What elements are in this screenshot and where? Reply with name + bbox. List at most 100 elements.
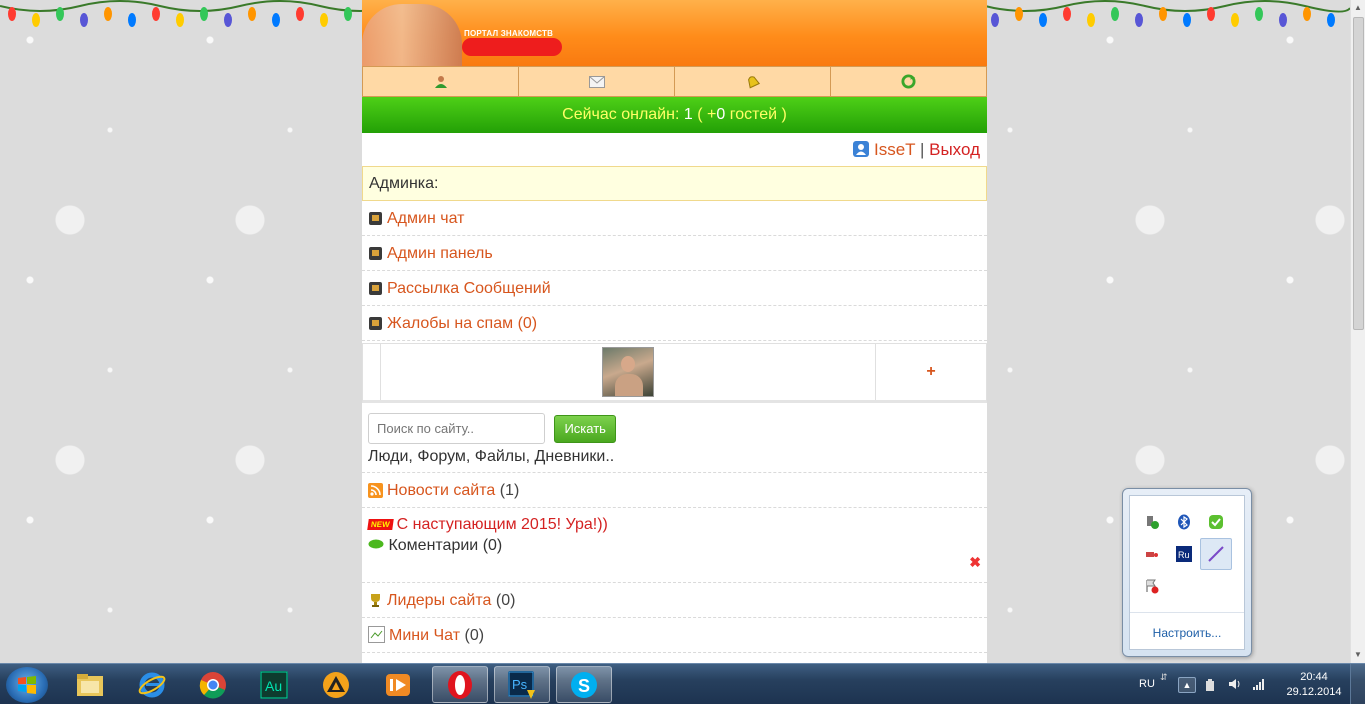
language-indicator[interactable]: RU: [1139, 678, 1155, 690]
taskbar-media-player-button[interactable]: [370, 666, 426, 703]
green-app-icon[interactable]: [1200, 506, 1232, 538]
top-nav: [362, 66, 987, 97]
site-news-item[interactable]: Новости сайта (1): [362, 473, 987, 508]
light-bulb: [1327, 13, 1335, 27]
taskbar-ie-button[interactable]: [124, 666, 180, 703]
leaders-link[interactable]: Лидеры сайта: [387, 592, 491, 609]
safely-remove-hardware-icon[interactable]: [1136, 506, 1168, 538]
rss-icon: [368, 476, 383, 511]
comments-count: (0): [482, 537, 503, 554]
nav-refresh[interactable]: [831, 66, 987, 96]
taskbar-clock[interactable]: 20:44 29.12.2014: [1284, 670, 1344, 700]
light-bulb: [1135, 13, 1143, 27]
light-bulb: [1255, 7, 1263, 21]
envelope-icon: [588, 75, 605, 88]
taskbar-chrome-button[interactable]: [185, 666, 241, 703]
light-bulb: [1159, 7, 1167, 21]
bell-icon: [747, 75, 760, 88]
box-icon: [368, 274, 383, 309]
mini-chat-item[interactable]: Мини Чат (0): [362, 618, 987, 653]
scroll-thumb[interactable]: [1353, 17, 1364, 330]
nav-notifications[interactable]: [675, 66, 831, 96]
guests-close: гостей ): [729, 106, 787, 123]
admin-chat-link[interactable]: Админ чат: [387, 210, 464, 227]
news-entry: NEW С наступающим 2015! Ура!)) Коментарии…: [362, 508, 987, 583]
vertical-scrollbar[interactable]: ▲ ▼: [1350, 0, 1365, 663]
user-avatar-icon: [853, 135, 870, 168]
adobe-audition-icon: Au: [260, 670, 288, 699]
mini-chat-link[interactable]: Мини Чат: [389, 627, 460, 644]
box-icon: [368, 204, 383, 239]
network-disconnected-icon[interactable]: [1136, 538, 1168, 570]
bluetooth-icon[interactable]: [1168, 506, 1200, 538]
power-icon[interactable]: [1204, 678, 1216, 695]
user-photo-thumbnail[interactable]: [602, 347, 654, 397]
search-hint: Люди, Форум, Файлы, Дневники..: [368, 448, 615, 465]
admin-section-title: Админка:: [362, 166, 987, 201]
admin-chat-item[interactable]: Админ чат: [362, 201, 987, 236]
logout-link[interactable]: Выход: [929, 140, 980, 159]
scroll-down-arrow-icon[interactable]: ▼: [1354, 650, 1362, 659]
site-news-count: (1): [499, 482, 520, 499]
keyboard-layout-arrows-icon[interactable]: ⇵: [1160, 672, 1168, 683]
admin-panel-item[interactable]: Админ панель: [362, 236, 987, 271]
mailing-link[interactable]: Рассылка Сообщений: [387, 280, 551, 297]
light-bulb: [248, 7, 256, 21]
svg-text:Ru: Ru: [1178, 550, 1190, 560]
taskbar-explorer-button[interactable]: [62, 666, 118, 703]
mailing-item[interactable]: Рассылка Сообщений: [362, 271, 987, 306]
light-bulb: [80, 13, 88, 27]
light-bulb: [1015, 7, 1023, 21]
show-hidden-icons-button[interactable]: ▲: [1178, 677, 1196, 693]
box-icon: [368, 239, 383, 274]
comments-label[interactable]: Коментарии: [388, 537, 478, 554]
pen-tablet-icon[interactable]: [1200, 538, 1232, 570]
light-bulb: [1063, 7, 1071, 21]
taskbar-audition-button[interactable]: Au: [246, 666, 302, 703]
volume-icon[interactable]: [1228, 677, 1242, 694]
media-player-icon: [386, 673, 410, 696]
site-news-link[interactable]: Новости сайта: [387, 482, 495, 499]
news-headline-link[interactable]: С наступающим 2015! Ура!)): [397, 516, 608, 533]
tray-customize-link[interactable]: Настроить...: [1130, 626, 1244, 640]
tray-popup-panel: Ru Настроить...: [1129, 495, 1245, 650]
online-counter-bar[interactable]: Сейчас онлайн: 1 ( +0 гостей ): [362, 97, 987, 133]
clock-date: 29.12.2014: [1286, 686, 1342, 698]
taskbar-opera-button[interactable]: [432, 666, 488, 703]
site-header: ПОРТАЛ ЗНАКОМСТВ: [362, 0, 987, 66]
light-bulb: [991, 13, 999, 27]
clock-time: 20:44: [1300, 671, 1328, 683]
light-bulb: [272, 13, 280, 27]
start-button[interactable]: [6, 667, 48, 703]
mini-chat-count: (0): [464, 627, 485, 644]
header-people-image: [362, 4, 462, 66]
admin-panel-link[interactable]: Админ панель: [387, 245, 493, 262]
light-bulb: [56, 7, 64, 21]
light-bulb: [1279, 13, 1287, 27]
action-center-icon[interactable]: [1136, 570, 1168, 602]
online-prefix: Сейчас онлайн:: [562, 106, 680, 123]
user-icon: [434, 75, 447, 88]
scroll-up-arrow-icon[interactable]: ▲: [1354, 3, 1362, 12]
taskbar-skype-button[interactable]: S: [556, 666, 612, 703]
delete-news-icon[interactable]: ✖: [969, 554, 981, 571]
show-desktop-button[interactable]: [1350, 664, 1365, 704]
trophy-icon: [368, 586, 383, 621]
spam-reports-link[interactable]: Жалобы на спам: [387, 315, 513, 332]
refresh-icon: [901, 74, 916, 89]
punto-switcher-icon[interactable]: Ru: [1168, 538, 1200, 570]
light-bulb: [344, 7, 352, 21]
search-button[interactable]: Искать: [554, 414, 616, 443]
spam-reports-item[interactable]: Жалобы на спам (0): [362, 306, 987, 341]
light-bulb: [176, 13, 184, 27]
site-search-input[interactable]: [368, 413, 545, 444]
nav-profile[interactable]: [362, 66, 519, 96]
nav-mail[interactable]: [519, 66, 675, 96]
network-signal-icon[interactable]: [1252, 678, 1266, 693]
username-link[interactable]: IsseT: [874, 140, 915, 159]
add-photo-button[interactable]: +: [876, 344, 986, 400]
site-logo[interactable]: [462, 38, 562, 56]
taskbar-aimp-button[interactable]: [308, 666, 364, 703]
taskbar-photoshop-button[interactable]: Ps: [494, 666, 550, 703]
leaders-item[interactable]: Лидеры сайта (0): [362, 583, 987, 618]
